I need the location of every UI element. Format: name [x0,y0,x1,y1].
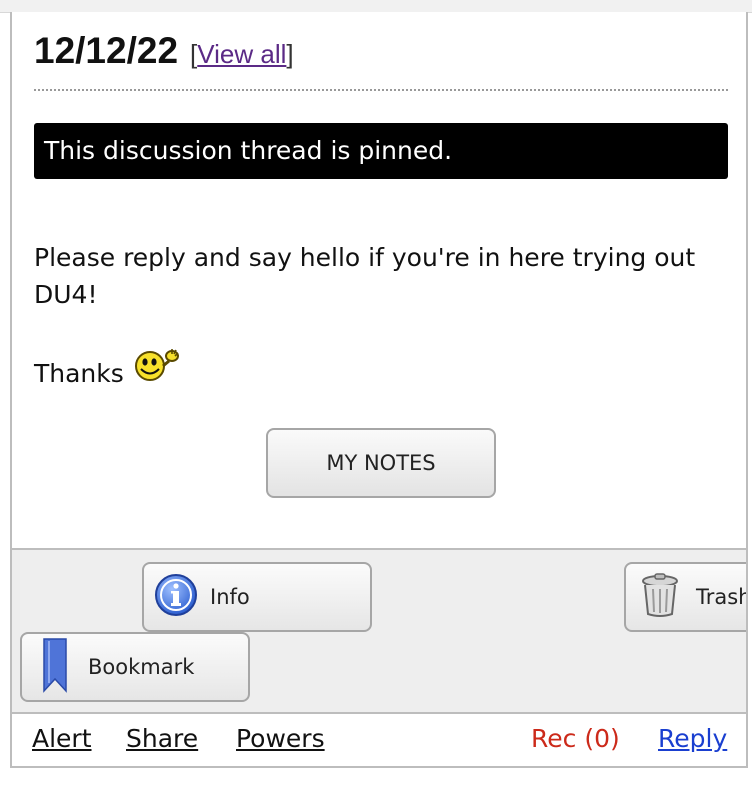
bookmark-button[interactable]: Bookmark [20,632,250,702]
my-notes-label: MY NOTES [326,451,436,475]
share-link[interactable]: Share [126,724,198,753]
date-header: 12/12/22 [View all] [34,30,294,72]
thanks-line: Thanks [34,348,184,398]
trash-label: Trash [696,585,746,609]
action-toolbar: Info Trash Bookmark [12,548,746,714]
powers-link[interactable]: Powers [236,724,325,753]
bracket-close: ] [286,39,294,69]
pinned-notice: This discussion thread is pinned. [34,123,728,179]
thanks-text: Thanks [34,358,124,388]
rec-count[interactable]: Rec (0) [531,724,620,753]
info-button[interactable]: Info [142,562,372,632]
info-icon [154,573,198,622]
reply-link[interactable]: Reply [658,724,727,753]
my-notes-button[interactable]: MY NOTES [266,428,496,498]
view-all-link[interactable]: View all [197,39,286,69]
dotted-divider [34,89,728,91]
view-all-wrapper: [View all] [190,39,294,70]
post-message: Please reply and say hello if you're in … [34,243,696,309]
trash-button[interactable]: Trash [624,562,746,632]
info-label: Info [210,585,250,609]
post-date: 12/12/22 [34,30,179,71]
smiley-wave-icon [134,346,184,388]
bookmark-icon [42,637,68,698]
bookmark-label: Bookmark [88,655,195,679]
post-panel: 12/12/22 [View all] This discussion thre… [10,12,748,768]
post-footer: Alert Share Powers Rec (0) Reply [12,714,746,766]
alert-link[interactable]: Alert [32,724,92,753]
trash-icon [638,572,682,623]
